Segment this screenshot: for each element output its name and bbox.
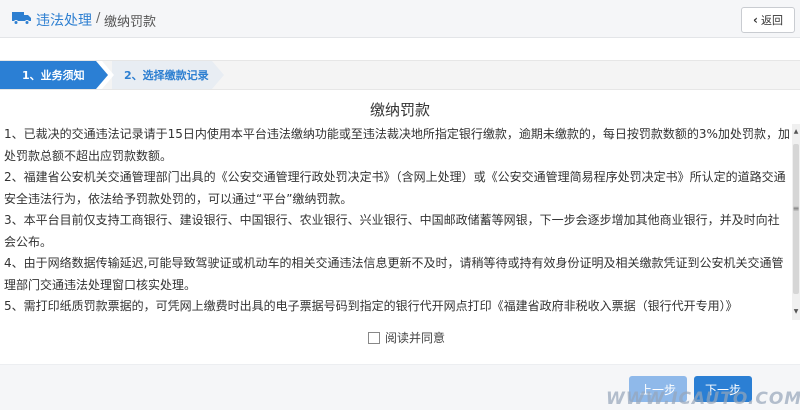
header-bar: 违法处理 / 缴纳罚款 ‹ 返回 bbox=[0, 0, 800, 38]
scroll-grip-icon: ≡ bbox=[792, 204, 800, 213]
scroll-thumb[interactable] bbox=[793, 144, 799, 294]
notice-paragraph: 5、需打印纸质罚款票据的，可凭网上缴费时出具的电子票据号码到指定的银行代开网点打… bbox=[4, 299, 738, 313]
notice-paragraph: 1、已裁决的交通违法记录请于15日内使用本平台违法缴纳功能或至违法裁决地所指定银… bbox=[4, 127, 790, 163]
step-business-notice: 1、业务须知 bbox=[0, 61, 108, 89]
back-button-label: 返回 bbox=[760, 14, 783, 27]
scroll-down-arrow-icon[interactable]: ▼ bbox=[792, 308, 800, 315]
step-label: 2、选择缴款记录 bbox=[124, 69, 209, 82]
step-label: 1、业务须知 bbox=[22, 69, 85, 82]
notice-paragraph: 4、由于网络数据传输延迟,可能导致驾驶证或机动车的相关交通违法信息更新不及时，请… bbox=[4, 256, 784, 292]
notice-title: 缴纳罚款 bbox=[369, 101, 430, 119]
scroll-up-arrow-icon[interactable]: ▲ bbox=[792, 128, 800, 135]
agree-label[interactable]: 阅读并同意 bbox=[385, 329, 445, 346]
breadcrumb-violation-handling[interactable]: 违法处理 bbox=[36, 10, 92, 30]
breadcrumb-current: 缴纳罚款 bbox=[104, 15, 157, 30]
notice-text-area: 1、已裁决的交通违法记录请于15日内使用本平台违法缴纳功能或至违法裁决地所指定银… bbox=[0, 124, 792, 320]
notice-paragraph: 2、福建省公安机关交通管理部门出具的《公安交通管理行政处罚决定书》（含网上处理）… bbox=[4, 170, 786, 206]
agree-checkbox[interactable] bbox=[368, 331, 380, 344]
back-button[interactable]: ‹ 返回 bbox=[741, 7, 795, 33]
notice-paragraph: 3、本平台目前仅支持工商银行、建设银行、中国银行、农业银行、兴业银行、中国邮政储… bbox=[4, 213, 780, 249]
step-select-records: 2、选择缴款记录 bbox=[112, 61, 224, 89]
truck-icon bbox=[12, 12, 31, 25]
notice-scrollbar[interactable]: ▲ ≡ ▼ bbox=[792, 124, 800, 320]
breadcrumb-separator: / bbox=[96, 11, 101, 26]
step-indicator: 2、选择缴款记录 1、业务须知 bbox=[0, 60, 800, 90]
watermark-text: WWW.ICAUTO.COM.CN bbox=[606, 389, 800, 409]
agree-checkbox-row[interactable]: 阅读并同意 bbox=[368, 329, 445, 346]
chevron-left-icon: ‹ bbox=[753, 13, 758, 27]
